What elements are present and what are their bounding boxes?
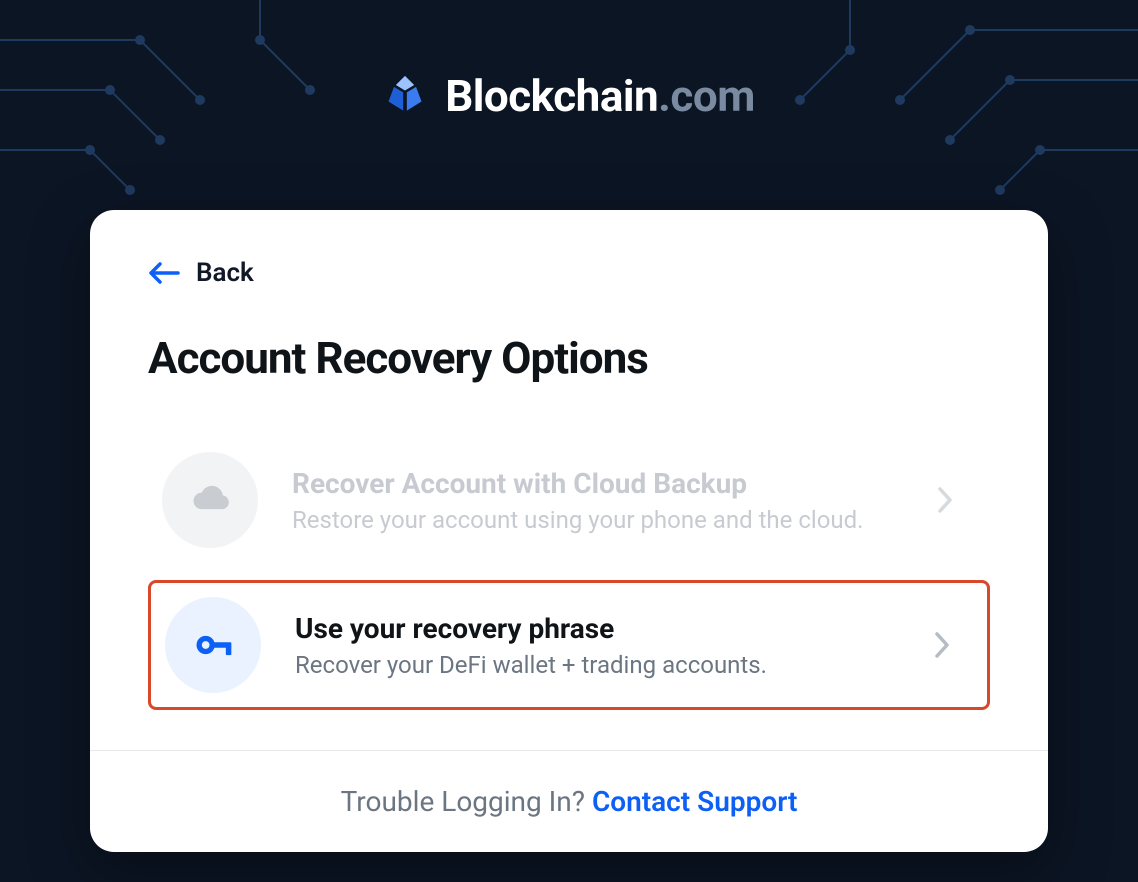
brand-logo-icon bbox=[383, 74, 427, 118]
brand-tld: .com bbox=[658, 70, 755, 122]
back-label: Back bbox=[196, 258, 254, 288]
option-cloud-backup: Recover Account with Cloud Backup Restor… bbox=[148, 438, 990, 562]
key-icon bbox=[165, 597, 261, 693]
option-recovery-phrase[interactable]: Use your recovery phrase Recover your De… bbox=[148, 580, 990, 710]
arrow-left-icon bbox=[148, 261, 180, 285]
chevron-right-icon bbox=[936, 486, 954, 514]
brand-logo-text: Blockchain.com bbox=[445, 70, 755, 122]
back-button[interactable]: Back bbox=[148, 258, 254, 288]
cloud-icon bbox=[162, 452, 258, 548]
option-recovery-phrase-title: Use your recovery phrase bbox=[295, 612, 899, 645]
option-cloud-backup-subtitle: Restore your account using your phone an… bbox=[292, 506, 902, 534]
option-cloud-backup-title: Recover Account with Cloud Backup bbox=[292, 467, 902, 500]
option-recovery-phrase-subtitle: Recover your DeFi wallet + trading accou… bbox=[295, 651, 899, 679]
recovery-options-list: Recover Account with Cloud Backup Restor… bbox=[148, 438, 990, 710]
page-title: Account Recovery Options bbox=[148, 332, 990, 384]
brand-logo: Blockchain.com bbox=[0, 0, 1138, 122]
chevron-right-icon bbox=[933, 631, 951, 659]
card-footer: Trouble Logging In? Contact Support bbox=[90, 750, 1048, 852]
contact-support-link[interactable]: Contact Support bbox=[592, 785, 797, 818]
recovery-card: Back Account Recovery Options Recover Ac… bbox=[90, 210, 1048, 852]
brand-name: Blockchain bbox=[445, 70, 658, 122]
footer-trouble-text: Trouble Logging In? bbox=[341, 785, 592, 818]
